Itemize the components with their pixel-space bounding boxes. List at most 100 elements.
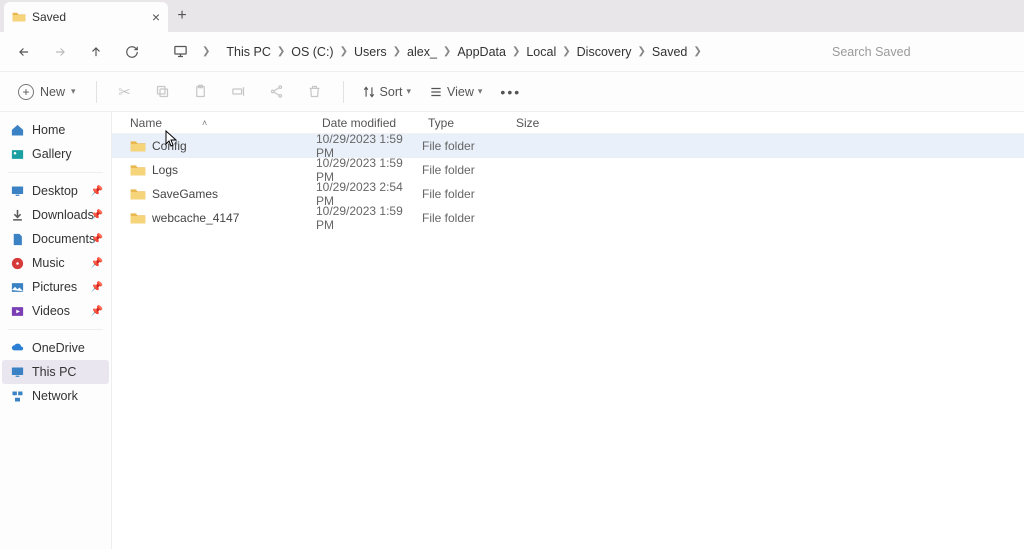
file-type: File folder: [422, 187, 510, 201]
chevron-right-icon: ❯: [275, 46, 287, 57]
chevron-down-icon: ▾: [71, 86, 76, 97]
sort-indicator-icon: ˄: [202, 118, 207, 128]
refresh-button[interactable]: [116, 36, 148, 68]
col-type[interactable]: Type: [428, 116, 516, 130]
breadcrumb-segment[interactable]: AppData: [453, 45, 510, 59]
folder-icon: [130, 187, 146, 201]
sidebar-item-documents[interactable]: Documents📌: [2, 227, 109, 251]
sort-button[interactable]: Sort ▾: [356, 78, 417, 106]
view-button[interactable]: View ▾: [423, 78, 488, 106]
chevron-right-icon: ❯: [441, 46, 453, 57]
delete-icon[interactable]: [299, 78, 331, 106]
sidebar-item-label: This PC: [32, 365, 76, 379]
chevron-right-icon: ❯: [200, 46, 212, 57]
window-tab[interactable]: Saved ×: [4, 2, 168, 32]
home-icon: [10, 123, 25, 138]
sidebar-item-network[interactable]: Network: [2, 384, 109, 408]
documents-icon: [10, 232, 25, 247]
chevron-right-icon: ❯: [560, 46, 572, 57]
table-row[interactable]: SaveGames10/29/2023 2:54 PMFile folder: [112, 182, 1024, 206]
paste-icon[interactable]: [185, 78, 217, 106]
col-size[interactable]: Size: [516, 116, 576, 130]
chevron-down-icon: ▾: [406, 86, 411, 97]
desktop-icon: [10, 184, 25, 199]
breadcrumb-segment[interactable]: This PC: [222, 45, 274, 59]
main-area: HomeGalleryDesktop📌Downloads📌Documents📌M…: [0, 112, 1024, 549]
file-name: webcache_4147: [152, 211, 239, 225]
sidebar-item-this-pc[interactable]: This PC: [2, 360, 109, 384]
tab-bar: Saved × +: [0, 0, 1024, 32]
file-list: Name ˄ Date modified Type Size Config10/…: [112, 112, 1024, 549]
thispc-icon: [10, 365, 25, 380]
sort-label: Sort: [380, 85, 403, 99]
search-input[interactable]: [826, 38, 1016, 66]
breadcrumb-segment[interactable]: Saved: [648, 45, 691, 59]
sidebar-item-pictures[interactable]: Pictures 📌: [2, 275, 109, 299]
forward-button[interactable]: [44, 36, 76, 68]
folder-icon: [130, 139, 146, 153]
file-type: File folder: [422, 211, 510, 225]
breadcrumb-segment[interactable]: Users: [350, 45, 391, 59]
network-icon: [10, 389, 25, 404]
chevron-right-icon: ❯: [338, 46, 350, 57]
monitor-icon[interactable]: [164, 36, 196, 68]
col-name[interactable]: Name: [130, 116, 162, 130]
sidebar-item-label: Pictures: [32, 280, 77, 294]
breadcrumb-segment[interactable]: alex_: [403, 45, 441, 59]
sidebar-item-label: OneDrive: [32, 341, 85, 355]
chevron-down-icon: ▾: [478, 86, 483, 97]
breadcrumb-segment[interactable]: Local: [522, 45, 560, 59]
breadcrumb[interactable]: This PC❯OS (C:)❯Users❯alex_❯AppData❯Loca…: [216, 36, 822, 68]
view-label: View: [447, 85, 474, 99]
sidebar-item-label: Home: [32, 123, 65, 137]
file-name: SaveGames: [152, 187, 218, 201]
sidebar-item-desktop[interactable]: Desktop 📌: [2, 179, 109, 203]
new-tab-button[interactable]: +: [168, 2, 196, 30]
sidebar-item-gallery[interactable]: Gallery: [2, 142, 109, 166]
address-bar: ❯ This PC❯OS (C:)❯Users❯alex_❯AppData❯Lo…: [0, 32, 1024, 72]
sidebar-item-label: Music: [32, 256, 65, 270]
sidebar: HomeGalleryDesktop📌Downloads📌Documents📌M…: [0, 112, 112, 549]
table-row[interactable]: webcache_4147 10/29/2023 1:59 PMFile fold…: [112, 206, 1024, 230]
chevron-right-icon: ❯: [636, 46, 648, 57]
sidebar-item-label: Documents: [32, 232, 95, 246]
sidebar-item-label: Downloads: [32, 208, 94, 222]
sidebar-item-music[interactable]: Music📌: [2, 251, 109, 275]
back-button[interactable]: [8, 36, 40, 68]
sidebar-item-label: Network: [32, 389, 78, 403]
share-icon[interactable]: [261, 78, 293, 106]
column-headers[interactable]: Name ˄ Date modified Type Size: [112, 112, 1024, 134]
breadcrumb-segment[interactable]: Discovery: [573, 45, 636, 59]
sidebar-item-onedrive[interactable]: OneDrive: [2, 336, 109, 360]
up-button[interactable]: [80, 36, 112, 68]
pin-icon: 📌: [91, 282, 103, 293]
sidebar-item-home[interactable]: Home: [2, 118, 109, 142]
pin-icon: 📌: [91, 234, 103, 245]
file-name: Config: [152, 139, 187, 153]
folder-icon: [130, 163, 146, 177]
close-icon[interactable]: ×: [152, 9, 160, 25]
breadcrumb-segment[interactable]: OS (C:): [287, 45, 337, 59]
sidebar-item-videos[interactable]: Videos📌: [2, 299, 109, 323]
col-date[interactable]: Date modified: [322, 116, 428, 130]
cut-icon[interactable]: ✂: [109, 78, 141, 106]
tab-title: Saved: [32, 10, 66, 24]
pin-icon: 📌: [91, 186, 103, 197]
file-date: 10/29/2023 1:59 PM: [316, 204, 422, 232]
sidebar-item-label: Desktop: [32, 184, 78, 198]
rename-icon[interactable]: [223, 78, 255, 106]
table-row[interactable]: Logs10/29/2023 1:59 PMFile folder: [112, 158, 1024, 182]
chevron-right-icon: ❯: [691, 46, 703, 57]
sidebar-item-downloads[interactable]: Downloads📌: [2, 203, 109, 227]
divider: [8, 329, 103, 330]
table-row[interactable]: Config10/29/2023 1:59 PMFile folder: [112, 134, 1024, 158]
copy-icon[interactable]: [147, 78, 179, 106]
divider: [343, 81, 344, 103]
divider: [96, 81, 97, 103]
chevron-right-icon: ❯: [510, 46, 522, 57]
music-icon: [10, 256, 25, 271]
folder-icon: [130, 211, 146, 225]
pin-icon: 📌: [91, 306, 103, 317]
new-button[interactable]: + New ▾: [10, 78, 84, 106]
more-button[interactable]: •••: [494, 84, 527, 100]
